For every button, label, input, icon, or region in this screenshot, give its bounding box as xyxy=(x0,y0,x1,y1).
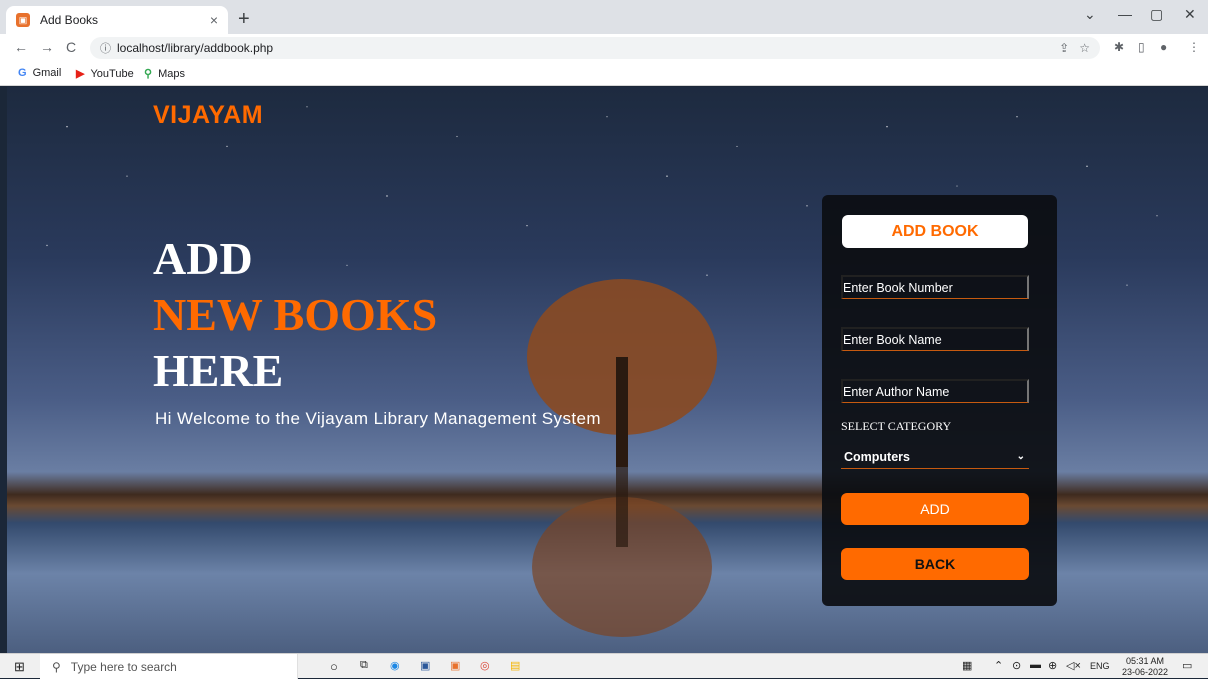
close-window-icon[interactable]: ✕ xyxy=(1184,6,1196,23)
minimize-icon[interactable]: — xyxy=(1118,6,1132,22)
bookmark-gmail[interactable]: G Gmail xyxy=(18,67,61,79)
bookmarks-bar: G Gmail ▶ YouTube ⚲ Maps xyxy=(0,62,1208,86)
word-icon[interactable]: ▣ xyxy=(420,659,430,672)
clock-time: 05:31 AM xyxy=(1125,656,1164,666)
bookmark-label: Gmail xyxy=(32,67,62,79)
taskbar-search-placeholder: Type here to search xyxy=(70,659,177,674)
windows-start-icon[interactable]: ⊞ xyxy=(14,659,25,675)
windows-taskbar: ⊞ ⚲ Type here to search ○ ⧉ ◉ ▣ ▣ ◎ ▤ ▦ … xyxy=(0,653,1208,679)
add-button[interactable]: ADD xyxy=(841,493,1029,525)
taskbar-clock[interactable]: 05:31 AM 23-06-2022 xyxy=(1122,656,1168,678)
battery-icon[interactable]: ▬ xyxy=(1030,659,1041,671)
hero-line-add: ADD xyxy=(153,233,253,284)
site-logo[interactable]: VIJAYAM xyxy=(153,101,263,130)
profile-avatar-icon[interactable]: ● xyxy=(1160,40,1167,54)
search-icon: ⚲ xyxy=(52,659,61,674)
bookmark-label: Maps xyxy=(158,67,185,80)
book-number-input[interactable] xyxy=(841,275,1029,299)
extensions-icon[interactable]: ✱ xyxy=(1114,40,1124,54)
share-icon[interactable]: ⇪ xyxy=(1059,41,1069,55)
maximize-icon[interactable]: ▢ xyxy=(1150,6,1163,23)
news-widget-icon[interactable]: ▦ xyxy=(962,659,972,672)
clock-date: 23-06-2022 xyxy=(1121,667,1168,677)
hero-line-here: HERE xyxy=(153,345,284,396)
add-book-form: ADD BOOK SELECT CATEGORY Computers ⌄ ADD… xyxy=(822,195,1057,606)
tab-title: Add Books xyxy=(40,13,99,27)
tray-chevron-up-icon[interactable]: ⌃ xyxy=(994,659,1003,672)
category-label: SELECT CATEGORY xyxy=(841,419,952,433)
tab-close-icon[interactable]: × xyxy=(210,12,218,28)
info-icon: ⓘ xyxy=(100,43,111,55)
form-title: ADD BOOK xyxy=(842,215,1028,248)
bookmark-maps[interactable]: ⚲ Maps xyxy=(144,67,185,81)
globe-icon[interactable]: ⊕ xyxy=(1048,659,1057,672)
category-select[interactable]: Computers ⌄ xyxy=(841,445,1029,469)
menu-kebab-icon[interactable]: ⋮ xyxy=(1188,40,1200,54)
url-text: localhost/library/addbook.php xyxy=(117,41,274,55)
browser-tab-bar: ▣ Add Books × + ⌄ — ▢ ✕ xyxy=(0,0,1208,34)
bookmark-youtube[interactable]: ▶ YouTube xyxy=(76,67,134,81)
category-selected-value: Computers xyxy=(844,449,910,464)
chevron-down-icon: ⌄ xyxy=(1016,451,1025,462)
language-indicator[interactable]: ENG xyxy=(1090,661,1110,671)
maps-icon: ⚲ xyxy=(144,68,153,80)
back-button[interactable]: BACK xyxy=(841,548,1029,580)
taskbar-search[interactable]: ⚲ Type here to search xyxy=(40,654,298,679)
reload-icon[interactable]: C xyxy=(66,39,76,55)
tree-illustration xyxy=(527,279,717,637)
file-explorer-icon[interactable]: ▤ xyxy=(510,659,520,672)
edge-icon[interactable]: ◉ xyxy=(390,659,400,672)
back-arrow-icon[interactable]: ← xyxy=(14,39,28,55)
notification-icon[interactable]: ▭ xyxy=(1182,659,1192,672)
xampp-icon[interactable]: ▣ xyxy=(450,659,460,672)
welcome-text: Hi Welcome to the Vijayam Library Manage… xyxy=(155,409,601,428)
volume-icon[interactable]: ◁× xyxy=(1066,659,1081,672)
browser-toolbar: ← → C ⓘ localhost/library/addbook.php ⇪ … xyxy=(0,34,1208,62)
book-name-input[interactable] xyxy=(841,327,1029,351)
page-content: VIJAYAM ADD NEW BOOKS HERE Hi Welcome to… xyxy=(7,87,1208,653)
browser-tab[interactable]: ▣ Add Books × xyxy=(6,6,228,34)
author-name-input[interactable] xyxy=(841,379,1029,403)
address-bar[interactable]: ⓘ localhost/library/addbook.php ⇪ ☆ xyxy=(90,37,1100,59)
cortana-icon[interactable]: ○ xyxy=(330,659,338,674)
hero-line-new-books: NEW BOOKS xyxy=(153,289,438,340)
side-panel-icon[interactable]: ▯ xyxy=(1138,40,1145,54)
new-tab-button[interactable]: + xyxy=(238,8,250,31)
gmail-icon: G xyxy=(18,67,27,79)
tab-search-icon[interactable]: ⌄ xyxy=(1084,6,1096,23)
bookmark-label: YouTube xyxy=(90,67,134,80)
task-view-icon[interactable]: ⧉ xyxy=(360,659,368,672)
bookmark-star-icon[interactable]: ☆ xyxy=(1079,41,1090,55)
site-favicon-icon: ▣ xyxy=(16,13,30,27)
youtube-icon: ▶ xyxy=(76,68,85,80)
chrome-icon[interactable]: ◎ xyxy=(480,659,490,672)
forward-arrow-icon[interactable]: → xyxy=(40,39,54,55)
hero-heading: ADD NEW BOOKS HERE xyxy=(153,231,437,399)
network-icon[interactable]: ⊙ xyxy=(1012,659,1021,672)
